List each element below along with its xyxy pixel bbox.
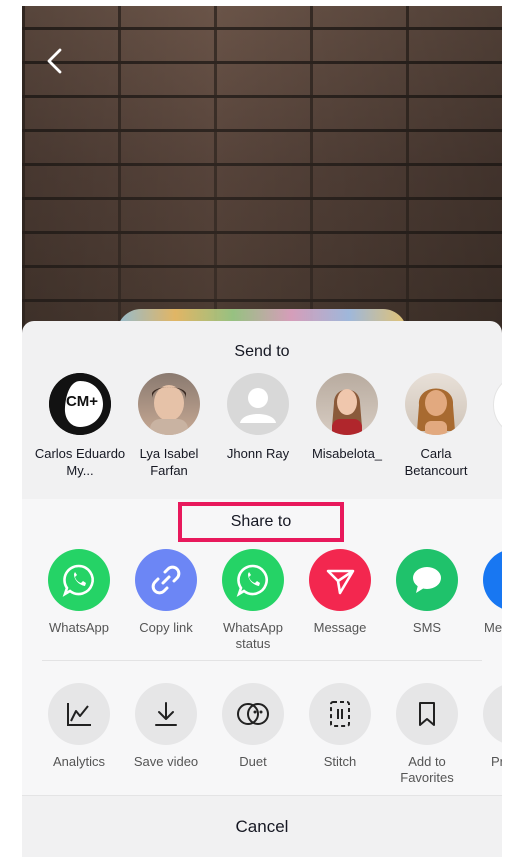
action-label: Pr se [491, 754, 502, 769]
share-message-button[interactable]: Message [295, 549, 385, 636]
actions-row: Analytics Save video Duet Stitch Add to … [22, 683, 502, 793]
app-label: WhatsApp [49, 620, 109, 635]
chat-bubble-icon [396, 549, 458, 611]
link-icon [135, 549, 197, 611]
duet-icon [222, 683, 284, 745]
contact-name: Carlos Eduardo My... [34, 446, 126, 478]
share-sms-button[interactable]: SMS [382, 549, 472, 636]
action-label: Duet [239, 754, 267, 769]
contact-name: Carla Betancourt [404, 446, 468, 478]
app-label: Copy link [139, 620, 193, 635]
cm-logo-avatar: CM+ [49, 373, 111, 435]
video-background [22, 6, 502, 336]
analytics-icon [48, 683, 110, 745]
avatar [405, 373, 467, 435]
messenger-icon [483, 549, 502, 611]
action-label: Analytics [52, 754, 106, 769]
avatar [316, 373, 378, 435]
share-whatsapp-button[interactable]: WhatsApp [34, 549, 124, 636]
action-label: Add to Favorites [400, 754, 454, 785]
contacts-row: CM+ Carlos Eduardo My... Lya Isabel Farf… [22, 373, 502, 493]
back-button[interactable] [40, 46, 70, 76]
app-label: SMS [412, 620, 442, 635]
app-label: Message [313, 620, 367, 635]
more-action-button[interactable]: Pr se [469, 683, 502, 770]
cancel-button[interactable]: Cancel [22, 795, 502, 857]
avatar [138, 373, 200, 435]
download-icon [135, 683, 197, 745]
avatar [493, 373, 502, 437]
stitch-icon [309, 683, 371, 745]
contact-jhonn[interactable]: Jhonn Ray [212, 373, 304, 462]
action-label: Stitch [323, 754, 357, 769]
avatar: CM+ [49, 373, 111, 435]
bookmark-icon [396, 683, 458, 745]
copy-link-button[interactable]: Copy link [121, 549, 211, 636]
phone-screen: Send to CM+ Carlos Eduardo My... Lya Isa… [22, 6, 502, 857]
duet-button[interactable]: Duet [208, 683, 298, 770]
contact-lya[interactable]: Lya Isabel Farfan [123, 373, 215, 479]
default-avatar-icon [227, 373, 289, 435]
chevron-left-icon [47, 48, 62, 74]
whatsapp-icon [222, 549, 284, 611]
share-messenger-button[interactable]: Mes [469, 549, 502, 636]
stitch-button[interactable]: Stitch [295, 683, 385, 770]
share-whatsapp-status-button[interactable]: WhatsApp status [208, 549, 298, 652]
contact-name: Misabelota_ [311, 446, 383, 461]
send-to-title: Send to [234, 343, 290, 360]
contact-misabelota[interactable]: Misabelota_ [301, 373, 393, 462]
save-video-button[interactable]: Save video [121, 683, 211, 770]
contact-carla[interactable]: Carla Betancourt [390, 373, 482, 479]
contact-name: Jhonn Ray [226, 446, 290, 461]
more-icon [483, 683, 502, 745]
share-sheet: Send to CM+ Carlos Eduardo My... Lya Isa… [22, 321, 502, 857]
contact-partial[interactable] [479, 373, 502, 437]
svg-text:CM+: CM+ [66, 393, 98, 410]
action-label: Save video [133, 754, 199, 769]
whatsapp-icon [48, 549, 110, 611]
contact-name: Lya Isabel Farfan [139, 446, 199, 478]
app-label: Mes [484, 620, 502, 635]
divider [42, 660, 482, 661]
contact-carlos[interactable]: CM+ Carlos Eduardo My... [34, 373, 126, 479]
share-to-title: Share to [178, 502, 344, 542]
send-icon [309, 549, 371, 611]
share-apps-row: WhatsApp Copy link WhatsApp status Messa… [22, 549, 502, 659]
add-to-favorites-button[interactable]: Add to Favorites [382, 683, 472, 786]
app-label: WhatsApp status [223, 620, 283, 651]
analytics-button[interactable]: Analytics [34, 683, 124, 770]
